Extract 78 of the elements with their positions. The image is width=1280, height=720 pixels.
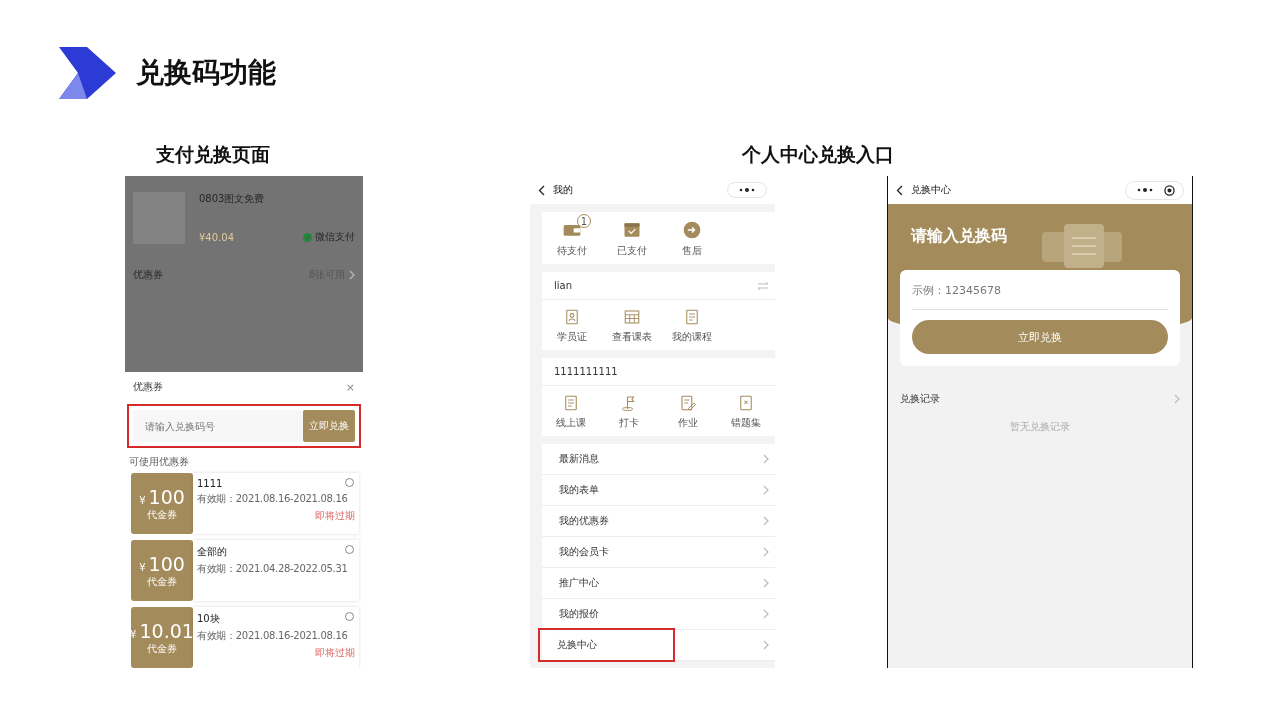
coupon-amount: 10.01 [139,619,194,642]
document-icon [683,308,701,326]
menu-item[interactable]: 推广中心 [557,566,601,600]
chevron-right-icon [763,578,769,588]
banner-title: 请输入兑换码 [911,226,1007,247]
coupon-type: 代金券 [147,507,177,522]
order-shortcut[interactable]: 待支付 1 [542,214,602,258]
coupon-validity: 有效期：2021.04.28-2022.05.31 [197,562,348,576]
coupon-type: 代金券 [147,574,177,589]
payment-method: 微信支付 [315,230,355,244]
back-icon[interactable] [538,184,545,196]
coupon-card[interactable]: 1111 有效期：2021.08.16-2021.08.16 即将过期 [193,473,359,534]
table-icon [623,308,641,326]
coupon-validity: 有效期：2021.08.16-2021.08.16 [197,492,348,506]
shortcut-item[interactable]: 错题集 [716,388,775,430]
calendar-check-icon [622,220,642,240]
section-label: 可使用优惠券 [128,455,190,469]
order-shortcut[interactable]: 售后 [662,214,722,258]
chevron-right-icon [763,609,769,619]
shortcut-item[interactable]: 作业 [658,388,717,430]
menu-item[interactable]: 我的会员卡 [557,535,611,569]
currency-sign: ¥ [130,628,137,640]
coupon-name: 10块 [197,612,220,626]
shortcut-item[interactable]: 查看课表 [602,302,662,344]
records-label: 兑换记录 [900,392,940,406]
chevron-right-icon [763,547,769,557]
coupon-card[interactable]: 10块 有效期：2021.08.16-2021.08.16 即将过期 [193,607,359,668]
shortcut-item[interactable]: 我的课程 [662,302,722,344]
nav-title: 兑换中心 [911,183,952,197]
chevron-right-icon [763,485,769,495]
shortcut-item[interactable]: 打卡 [600,388,659,430]
currency-sign: ¥ [139,494,146,506]
expiry-tag: 即将过期 [315,646,355,660]
section-heading: 支付兑换页面 [156,142,270,167]
redeem-code-field[interactable]: 请输入兑换码号 [133,410,303,442]
section-heading: 个人中心兑换入口 [742,142,894,167]
menu-item[interactable]: 兑换中心 [538,628,675,662]
target-icon[interactable] [1164,184,1175,196]
coupon-card[interactable]: 全部的 有效期：2021.04.28-2022.05.31 [193,540,359,601]
menu-item[interactable]: 我的表单 [557,473,601,507]
menu-item[interactable]: 我的报价 [557,597,601,631]
class-name: 1111111111 [554,366,618,377]
close-button[interactable]: × [345,380,355,394]
coupon-amount: 100 [148,485,185,508]
menu-item[interactable]: 最新消息 [557,442,601,476]
chevron-right-icon [763,516,769,526]
arrow-circle-icon [682,220,702,240]
chevron-right-icon [763,454,769,464]
price: ¥40.04 [199,231,234,243]
shortcut-item[interactable]: 线上课 [542,388,601,430]
chevron-right-icon [349,270,355,280]
chevron-right-icon [1174,394,1180,404]
empty-message: 暂无兑换记录 [1009,420,1071,434]
currency-sign: ¥ [139,561,146,573]
shortcut-item[interactable]: 学员证 [542,302,602,344]
expiry-tag: 即将过期 [315,509,355,523]
coupon-type: 代金券 [147,641,177,656]
check-circle-icon [303,232,312,242]
records-row[interactable]: 兑换记录 [888,366,1192,414]
chevron-right-icon [763,640,769,650]
menu-item[interactable]: 我的优惠券 [557,504,611,538]
nav-title: 我的 [553,183,574,197]
count-badge: 1 [577,214,591,228]
slide-title: 兑换码功能 [136,55,276,91]
back-icon[interactable] [896,184,903,196]
order-shortcut[interactable]: 已支付 [602,214,662,258]
coupon-label: 优惠券 [133,268,163,282]
edit-document-icon [678,394,697,412]
coupon-name: 全部的 [197,545,227,559]
coupon-validity: 有效期：2021.08.16-2021.08.16 [197,629,348,643]
coupon-name: 1111 [197,478,223,489]
account-name: lian [554,280,573,291]
id-card-icon [563,308,581,326]
coupon-amount: 100 [148,552,185,575]
sheet-title: 优惠券 [133,380,163,394]
chevron-logo-icon [59,47,116,99]
product-title: 0803图文免费 [199,192,266,206]
ticket-icon [1042,224,1122,268]
